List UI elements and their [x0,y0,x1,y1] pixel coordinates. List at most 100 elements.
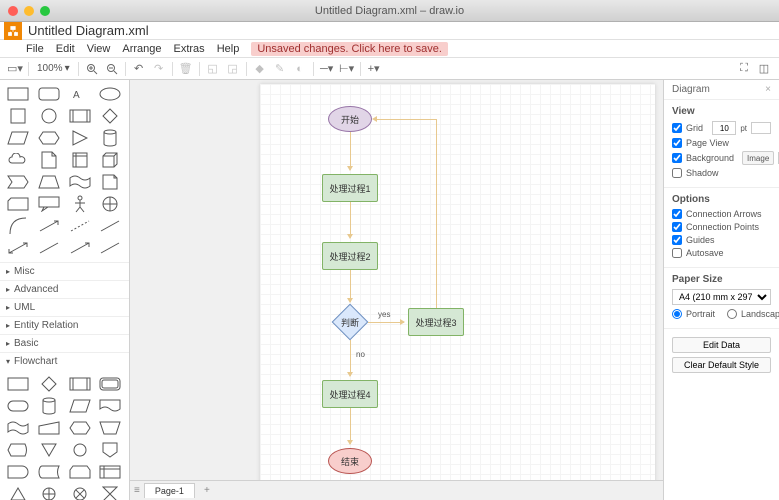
shape-text[interactable]: A [66,84,94,104]
fc-manual-op[interactable] [96,418,124,438]
fc-offpage[interactable] [96,440,124,460]
shape-ellipse[interactable] [96,84,124,104]
to-front-button[interactable]: ◱ [204,60,222,78]
landscape-radio[interactable] [727,309,737,319]
connection-button[interactable]: ─▾ [318,60,336,78]
fc-start[interactable] [96,374,124,394]
menu-extras[interactable]: Extras [174,43,205,55]
fc-or[interactable] [35,484,63,500]
arrows-checkbox[interactable] [672,209,682,219]
panel-close-icon[interactable]: × [765,84,771,95]
edge-p3-loop-v[interactable] [436,119,437,308]
fc-subprocess[interactable] [66,374,94,394]
shape-hexagon[interactable] [35,128,63,148]
edge-start-p1[interactable] [350,132,351,170]
shape-actor[interactable] [66,194,94,214]
fc-extract[interactable] [4,484,32,500]
shadow-checkbox[interactable] [672,168,682,178]
fc-decision[interactable] [35,374,63,394]
fc-document[interactable] [96,396,124,416]
to-back-button[interactable]: ◲ [224,60,242,78]
shape-line-bidir[interactable] [4,238,32,258]
fc-preparation[interactable] [66,418,94,438]
category-entity[interactable]: Entity Relation [0,316,129,334]
edge-decision-p4[interactable] [350,340,351,376]
shape-tape[interactable] [66,172,94,192]
menu-help[interactable]: Help [217,43,240,55]
fc-delay[interactable] [4,462,32,482]
shape-curve[interactable] [4,216,32,236]
node-end[interactable]: 结束 [328,448,372,474]
node-decision[interactable]: 判断 [332,304,368,340]
background-image-button[interactable]: Image [742,151,774,165]
view-mode-button[interactable]: ▭▾ [6,60,24,78]
grid-color-swatch[interactable] [751,122,771,134]
edit-data-button[interactable]: Edit Data [672,337,771,353]
grid-checkbox[interactable] [672,123,682,133]
menu-edit[interactable]: Edit [56,43,75,55]
portrait-radio[interactable] [672,309,682,319]
shape-document[interactable] [35,150,63,170]
shape-diamond[interactable] [96,106,124,126]
shape-line-dashed[interactable] [66,216,94,236]
zoom-out-button[interactable] [103,60,121,78]
shape-card[interactable] [4,194,32,214]
shape-line-thin[interactable] [96,216,124,236]
edge-p1-p2[interactable] [350,202,351,238]
shape-or[interactable] [96,194,124,214]
fc-database[interactable] [35,396,63,416]
add-page-button[interactable]: + [199,485,215,496]
undo-button[interactable]: ↶ [130,60,148,78]
fc-merge[interactable] [35,440,63,460]
shape-line-arrow[interactable] [35,216,63,236]
fc-tape[interactable] [4,418,32,438]
category-advanced[interactable]: Advanced [0,280,129,298]
autosave-checkbox[interactable] [672,248,682,258]
shape-cylinder[interactable] [96,128,124,148]
fill-color-button[interactable]: ◆ [251,60,269,78]
shape-parallelogram[interactable] [4,128,32,148]
line-color-button[interactable]: ✎ [271,60,289,78]
fc-internal[interactable] [96,462,124,482]
unsaved-warning[interactable]: Unsaved changes. Click here to save. [251,42,448,56]
shape-note[interactable] [96,172,124,192]
category-misc[interactable]: Misc [0,262,129,280]
clear-style-button[interactable]: Clear Default Style [672,357,771,373]
node-p1[interactable]: 处理过程1 [322,174,378,202]
node-p3[interactable]: 处理过程3 [408,308,464,336]
fc-terminator[interactable] [4,396,32,416]
shadow-button[interactable]: ◐ [291,60,309,78]
fc-collate[interactable] [96,484,124,500]
canvas[interactable]: 开始 处理过程1 处理过程2 判断 处理过程3 处理过程4 结束 yes no [130,80,663,500]
fullscreen-button[interactable]: ⛶ [735,60,753,78]
node-p4[interactable]: 处理过程4 [322,380,378,408]
fc-sum[interactable] [66,484,94,500]
shape-square[interactable] [4,106,32,126]
shape-line-plain[interactable] [96,238,124,258]
category-flowchart[interactable]: Flowchart [0,352,129,370]
zoom-in-button[interactable] [83,60,101,78]
background-checkbox[interactable] [672,153,682,163]
fc-display[interactable] [4,440,32,460]
edge-p3-loop-h[interactable] [376,119,436,120]
format-panel-button[interactable]: ◫ [755,60,773,78]
guides-checkbox[interactable] [672,235,682,245]
shape-cube[interactable] [96,150,124,170]
fc-connector[interactable] [66,440,94,460]
category-basic[interactable]: Basic [0,334,129,352]
app-logo[interactable] [4,22,22,40]
points-checkbox[interactable] [672,222,682,232]
document-title[interactable]: Untitled Diagram.xml [28,23,149,38]
shape-process[interactable] [66,106,94,126]
shape-callout[interactable] [35,194,63,214]
shape-circle[interactable] [35,106,63,126]
shape-rounded-rect[interactable] [35,84,63,104]
menu-view[interactable]: View [87,43,111,55]
shape-triangle[interactable] [66,128,94,148]
shape-connector[interactable] [66,238,94,258]
grid-size-input[interactable] [712,121,736,135]
delete-button[interactable]: 🗑 [177,60,195,78]
category-uml[interactable]: UML [0,298,129,316]
shape-arrow-thin[interactable] [35,238,63,258]
pageview-checkbox[interactable] [672,138,682,148]
